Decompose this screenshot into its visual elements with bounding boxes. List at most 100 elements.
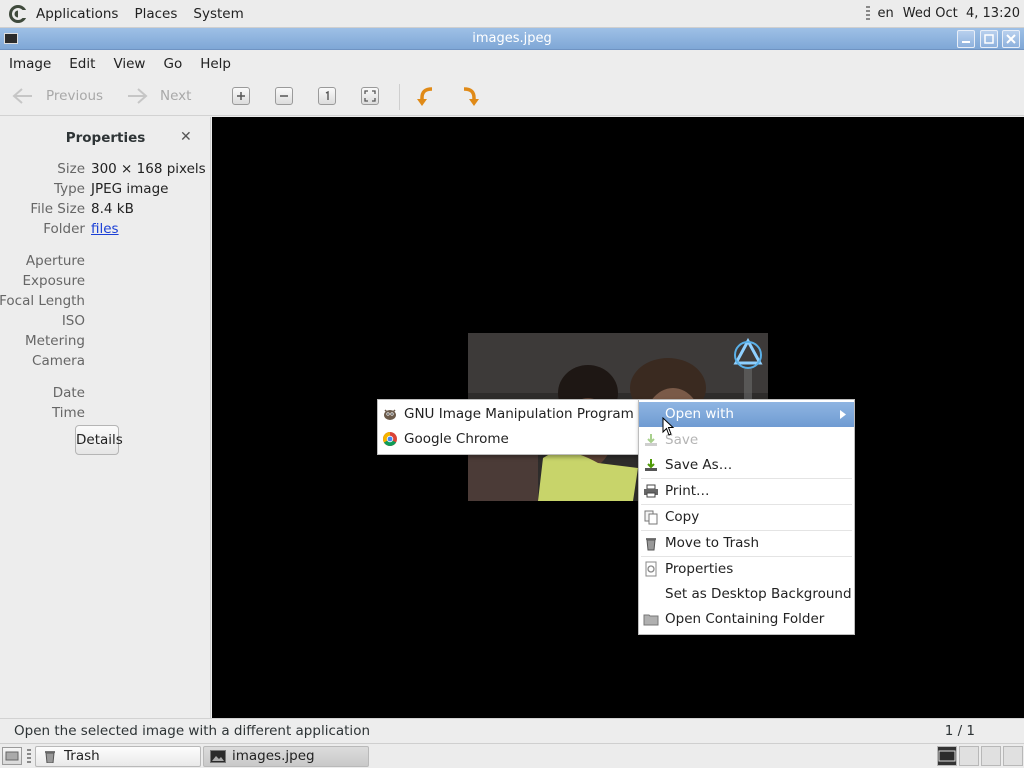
exif-key: Aperture <box>25 253 85 269</box>
menu-item-label: Print… <box>665 483 710 499</box>
window-titlebar[interactable]: images.jpeg <box>0 28 1024 50</box>
time-key: Time <box>51 405 85 421</box>
task-trash[interactable]: Trash <box>35 746 201 767</box>
best-fit-icon[interactable] <box>361 87 379 105</box>
close-panel-icon[interactable]: ✕ <box>180 130 194 144</box>
exif-row-iso: ISO <box>0 311 211 331</box>
show-desktop-icon[interactable] <box>2 747 22 765</box>
menu-item-properties[interactable]: Properties <box>639 557 854 582</box>
normal-size-icon[interactable] <box>318 87 336 105</box>
maximize-icon[interactable] <box>980 30 998 48</box>
exif-row-camera: Camera <box>0 351 211 371</box>
save-as-icon <box>645 459 657 471</box>
applications-menu[interactable]: Applications <box>0 0 126 28</box>
minimize-icon[interactable] <box>957 30 975 48</box>
previous-button[interactable]: Previous <box>12 87 103 105</box>
property-value: JPEG image <box>91 181 169 197</box>
close-icon[interactable] <box>1002 30 1020 48</box>
exif-row-aperture: Aperture <box>0 251 211 271</box>
taskbar-handle[interactable] <box>27 749 31 764</box>
status-message: Open the selected image with a different… <box>14 723 371 739</box>
submenu-item-gimp[interactable]: GNU Image Manipulation Program <box>378 402 638 427</box>
menu-item-set-as-desktop-background[interactable]: Set as Desktop Background <box>639 582 854 607</box>
menu-go[interactable]: Go <box>154 51 191 78</box>
system-menu-label: System <box>193 5 244 22</box>
property-key: Folder <box>43 221 85 237</box>
print-icon <box>644 484 658 498</box>
menubar: Image Edit View Go Help <box>0 51 1024 78</box>
rotate-right-icon[interactable] <box>458 85 482 109</box>
panel-handle[interactable] <box>865 5 870 22</box>
folder-icon <box>643 614 659 626</box>
properties-icon <box>645 561 657 577</box>
property-row-file-size: File Size 8.4 kB <box>0 199 211 219</box>
statusbar: Open the selected image with a different… <box>0 718 1024 743</box>
property-value: 300 × 168 pixels <box>91 161 206 177</box>
submenu-item-label: Google Chrome <box>404 431 509 447</box>
applications-menu-label: Applications <box>36 5 119 22</box>
places-menu-label: Places <box>134 5 178 22</box>
previous-label: Previous <box>46 88 104 104</box>
menu-help[interactable]: Help <box>191 51 240 78</box>
arrow-right-icon <box>128 88 148 104</box>
places-menu[interactable]: Places <box>126 0 185 28</box>
exif-key: Camera <box>32 353 85 369</box>
bottom-panel: Trash images.jpeg <box>0 743 1024 768</box>
menu-item-label: Save As… <box>665 457 733 473</box>
keyboard-indicator[interactable]: en <box>878 6 894 21</box>
trash-icon <box>646 538 656 551</box>
toolbar-separator <box>399 84 400 110</box>
exif-key: ISO <box>61 313 85 329</box>
workspace-1[interactable] <box>937 746 957 766</box>
mouse-cursor-icon <box>662 417 675 436</box>
exif-key: Exposure <box>22 273 86 289</box>
folder-link[interactable]: files <box>91 219 119 239</box>
next-button[interactable]: Next <box>126 87 191 105</box>
exif-row-exposure: Exposure <box>0 271 211 291</box>
clock[interactable]: Wed Oct 4, 13:20 <box>903 6 1020 21</box>
top-panel: Applications Places System en Wed Oct 4,… <box>0 0 1024 28</box>
task-images-jpeg[interactable]: images.jpeg <box>203 746 369 767</box>
date-row: Date <box>0 383 211 403</box>
menu-item-label: Move to Trash <box>665 535 760 551</box>
menu-item-label: Properties <box>665 561 734 577</box>
save-icon <box>645 434 657 446</box>
property-row-folder: Folder files <box>0 219 211 239</box>
exif-row-metering: Metering <box>0 331 211 351</box>
details-button[interactable]: Details <box>75 425 123 455</box>
submenu-item-chrome[interactable]: Google Chrome <box>378 427 638 452</box>
menu-item-label: Set as Desktop Background <box>665 586 852 602</box>
gimp-icon <box>384 409 396 420</box>
menu-image[interactable]: Image <box>0 51 60 78</box>
date-key: Date <box>52 385 85 401</box>
zoom-out-icon[interactable] <box>275 87 293 105</box>
menu-item-print[interactable]: Print… <box>639 479 854 504</box>
system-menu[interactable]: System <box>185 0 251 28</box>
task-label: images.jpeg <box>232 748 315 764</box>
open-with-submenu: GNU Image Manipulation Program Google Ch… <box>377 399 639 455</box>
property-row-type: Type JPEG image <box>0 179 211 199</box>
image-count: 1 / 1 <box>944 723 975 739</box>
zoom-in-icon[interactable] <box>232 87 250 105</box>
menu-view[interactable]: View <box>104 51 154 78</box>
property-key: File Size <box>30 201 85 217</box>
rotate-left-icon[interactable] <box>414 85 438 109</box>
gnome-foot-icon <box>9 4 27 23</box>
menu-item-move-to-trash[interactable]: Move to Trash <box>639 531 854 556</box>
menu-item-save-as[interactable]: Save As… <box>639 453 854 478</box>
menu-edit[interactable]: Edit <box>60 51 104 78</box>
copy-icon <box>644 510 658 525</box>
workspace-3[interactable] <box>981 746 1001 766</box>
properties-panel: Properties ✕ Size 300 × 168 pixels Type … <box>0 117 211 718</box>
menu-item-copy[interactable]: Copy <box>639 505 854 530</box>
toolbar: Previous Next <box>0 78 1024 116</box>
property-value: 8.4 kB <box>91 201 134 217</box>
workspace-2[interactable] <box>959 746 979 766</box>
workspace-4[interactable] <box>1003 746 1023 766</box>
property-row-size: Size 300 × 168 pixels <box>0 159 211 179</box>
menu-item-open-containing-folder[interactable]: Open Containing Folder <box>639 607 854 632</box>
trash-icon <box>45 751 55 763</box>
exif-row-focal-length: Focal Length <box>0 291 211 311</box>
property-key: Type <box>53 181 85 197</box>
time-row: Time <box>0 403 211 423</box>
